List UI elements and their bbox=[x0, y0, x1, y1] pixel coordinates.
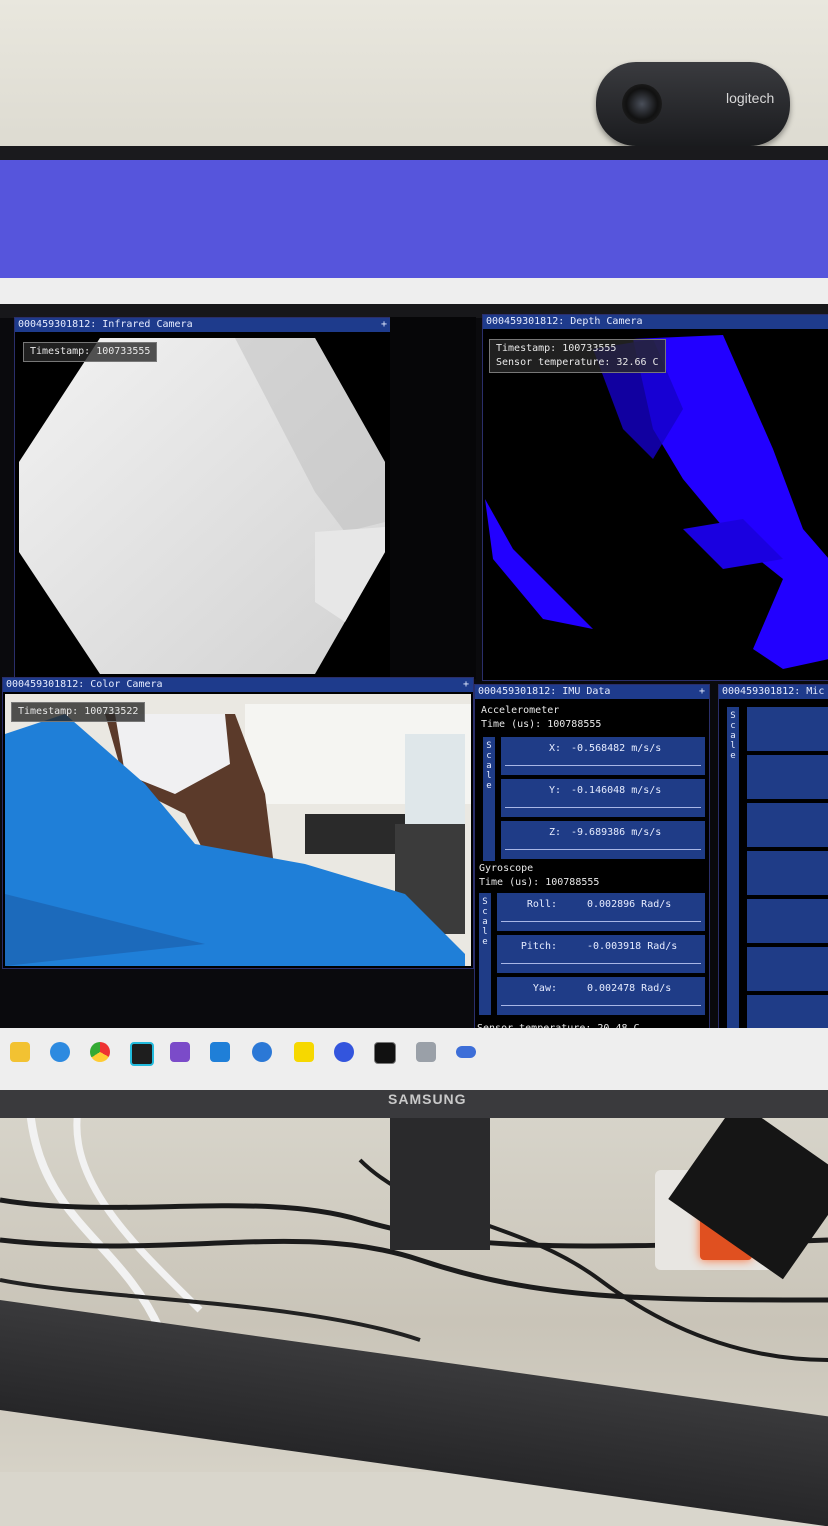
accel-x-meter: X: -0.568482 m/s/s bbox=[501, 737, 705, 775]
color-timestamp: Timestamp: 100733522 bbox=[11, 702, 146, 722]
webcam-brand: logitech bbox=[726, 90, 775, 106]
mic-scale-slider[interactable]: Scale bbox=[727, 707, 739, 1037]
depth-timestamp: Timestamp: 100733555 bbox=[496, 343, 617, 354]
gyro-scale-slider[interactable]: Scale bbox=[479, 893, 491, 1015]
accel-z-track bbox=[505, 849, 701, 850]
gyro-pitch-label: Pitch: bbox=[520, 941, 557, 952]
internet-explorer-icon[interactable] bbox=[50, 1042, 70, 1062]
gyro-pitch-value: -0.003918 Rad/s bbox=[587, 941, 678, 952]
imu-title: 000459301812: IMU Data bbox=[478, 686, 611, 697]
monitor-brand: SAMSUNG bbox=[388, 1091, 467, 1107]
accel-x-track bbox=[505, 765, 701, 766]
accel-time: Time (us): 100788555 bbox=[481, 719, 602, 730]
visual-studio-icon[interactable] bbox=[170, 1042, 190, 1062]
accel-y-value: -0.146048 m/s/s bbox=[571, 785, 662, 796]
mic-window[interactable]: 000459301812: Mic Scale bbox=[718, 684, 828, 1046]
mic-channel-meter bbox=[747, 707, 828, 751]
color-camera-image bbox=[5, 694, 471, 966]
pycharm-icon[interactable] bbox=[130, 1042, 154, 1066]
gyro-time: Time (us): 100788555 bbox=[479, 877, 600, 888]
mic-channel-meter bbox=[747, 755, 828, 799]
depth-image bbox=[485, 335, 828, 669]
accel-z-label: Z: bbox=[548, 827, 561, 838]
toggle-app-icon[interactable] bbox=[456, 1046, 476, 1058]
mic-channel-meter bbox=[747, 803, 828, 847]
color-title: 000459301812: Color Camera bbox=[6, 679, 163, 690]
infrared-title-bar[interactable]: 000459301812: Infrared Camera + bbox=[15, 318, 391, 332]
accel-scale-slider[interactable]: Scale bbox=[483, 737, 495, 861]
chat-app-icon[interactable] bbox=[334, 1042, 354, 1062]
taskbar bbox=[0, 1028, 828, 1090]
accel-y-label: Y: bbox=[548, 785, 561, 796]
accel-z-meter: Z: -9.689386 m/s/s bbox=[501, 821, 705, 859]
gyro-roll-value: 0.002896 Rad/s bbox=[587, 899, 672, 910]
depth-title-bar[interactable]: 000459301812: Depth Camera bbox=[483, 315, 828, 329]
accel-z-value: -9.689386 m/s/s bbox=[571, 827, 662, 838]
infrared-timestamp: Timestamp: 100733555 bbox=[23, 342, 158, 362]
kakaotalk-icon[interactable] bbox=[294, 1042, 314, 1062]
gyro-roll-track bbox=[501, 921, 701, 922]
accel-heading: Accelerometer bbox=[481, 705, 560, 716]
desktop-white-band bbox=[0, 278, 828, 304]
gyro-pitch-track bbox=[501, 963, 701, 964]
desktop-top-band bbox=[0, 160, 828, 278]
chrome-icon[interactable] bbox=[90, 1042, 110, 1062]
gyro-roll-label: Roll: bbox=[526, 899, 557, 910]
infrared-title: 000459301812: Infrared Camera bbox=[18, 319, 193, 330]
accel-x-label: X: bbox=[548, 743, 561, 754]
accel-x-value: -0.568482 m/s/s bbox=[571, 743, 662, 754]
app-icon[interactable] bbox=[252, 1042, 272, 1062]
gyro-roll-meter: Roll: 0.002896 Rad/s bbox=[497, 893, 705, 931]
desk-background bbox=[0, 1100, 828, 1526]
gyro-yaw-value: 0.002478 Rad/s bbox=[587, 983, 672, 994]
infrared-image bbox=[19, 338, 385, 674]
accel-y-meter: Y: -0.146048 m/s/s bbox=[501, 779, 705, 817]
gyro-yaw-track bbox=[501, 1005, 701, 1006]
mic-title: 000459301812: Mic bbox=[722, 686, 825, 697]
accel-y-track bbox=[505, 807, 701, 808]
file-explorer-icon[interactable] bbox=[10, 1042, 30, 1062]
depth-title: 000459301812: Depth Camera bbox=[486, 316, 643, 327]
pin-icon[interactable]: + bbox=[699, 685, 705, 699]
mic-channel-meter bbox=[747, 947, 828, 991]
color-title-bar[interactable]: 000459301812: Color Camera + bbox=[3, 678, 473, 692]
depth-info-overlay: Timestamp: 100733555 Sensor temperature:… bbox=[489, 339, 666, 373]
gyro-pitch-meter: Pitch: -0.003918 Rad/s bbox=[497, 935, 705, 973]
vscode-icon[interactable] bbox=[210, 1042, 230, 1062]
color-camera-window[interactable]: 000459301812: Color Camera + Timestamp: … bbox=[2, 677, 474, 969]
depth-temperature: Sensor temperature: 32.66 C bbox=[496, 357, 659, 368]
imu-data-window[interactable]: 000459301812: IMU Data + Accelerometer T… bbox=[474, 684, 710, 1046]
screen-gap bbox=[390, 317, 476, 679]
gyro-heading: Gyroscope bbox=[479, 863, 534, 874]
device-manager-icon[interactable] bbox=[416, 1042, 436, 1062]
gyro-yaw-meter: Yaw: 0.002478 Rad/s bbox=[497, 977, 705, 1015]
pin-icon[interactable]: + bbox=[463, 678, 469, 692]
webcam-lens-icon bbox=[622, 84, 662, 124]
mic-channel-meter bbox=[747, 899, 828, 943]
pin-icon[interactable]: + bbox=[381, 318, 387, 332]
depth-camera-window[interactable]: 000459301812: Depth Camera Timestamp: 10… bbox=[482, 314, 828, 681]
imu-title-bar[interactable]: 000459301812: IMU Data + bbox=[475, 685, 709, 699]
mic-title-bar[interactable]: 000459301812: Mic bbox=[719, 685, 828, 699]
terminal-icon[interactable] bbox=[374, 1042, 396, 1064]
gyro-yaw-label: Yaw: bbox=[532, 983, 557, 994]
screen: 000459301812: Infrared Camera + Timestam… bbox=[0, 160, 828, 1090]
monitor-neck bbox=[390, 1100, 490, 1250]
mic-channel-meter bbox=[747, 851, 828, 895]
infrared-camera-window[interactable]: 000459301812: Infrared Camera + Timestam… bbox=[14, 317, 392, 681]
